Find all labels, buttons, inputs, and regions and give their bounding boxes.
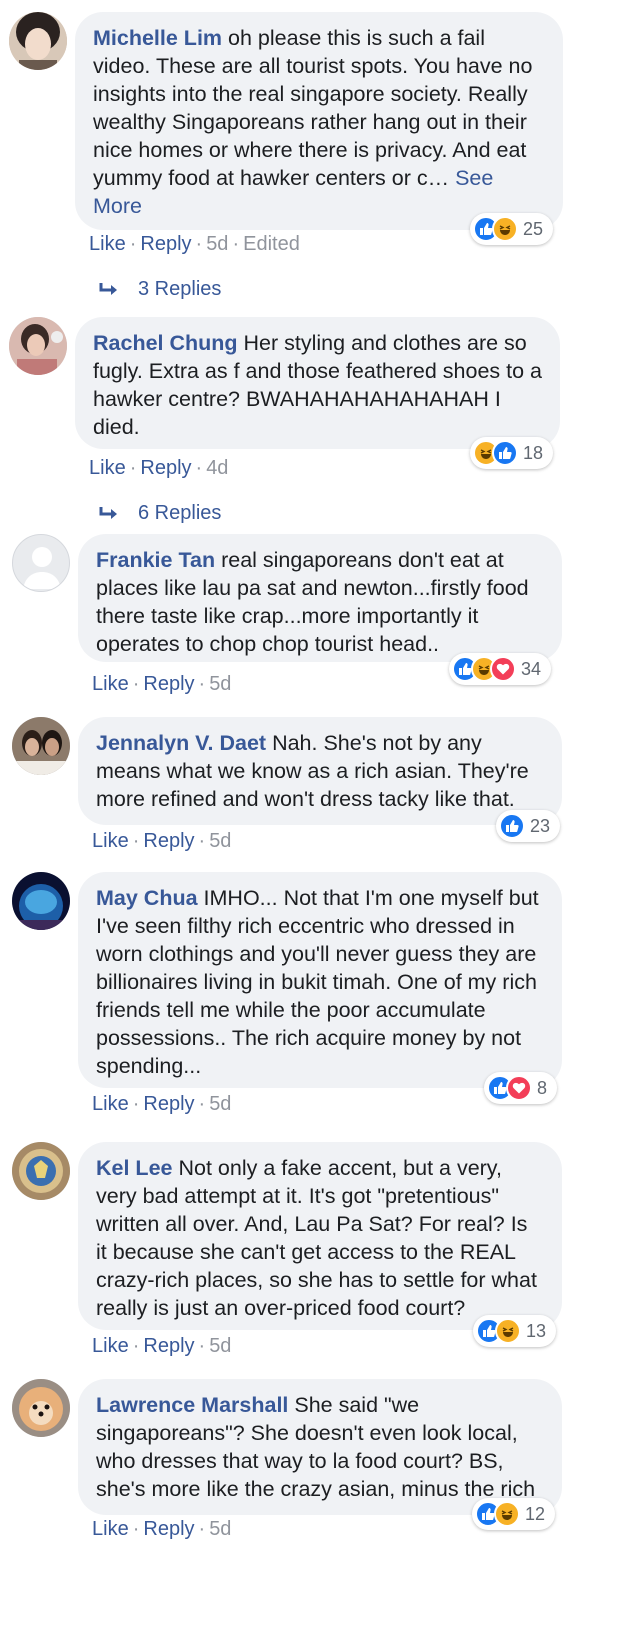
comment-actions: Like · Reply · 5d — [92, 1093, 232, 1115]
comment-text: IMHO... Not that I'm one myself but I've… — [96, 886, 539, 1078]
avatar[interactable] — [12, 1142, 70, 1200]
comment-timestamp[interactable]: 5d — [209, 830, 231, 852]
comment-bubble: Michelle Lim oh please this is such a fa… — [75, 12, 563, 230]
comment-actions: Like · Reply · 5d — [92, 673, 232, 695]
haha-reaction-icon — [492, 216, 518, 242]
edited-label[interactable]: Edited — [243, 233, 300, 255]
avatar[interactable] — [12, 534, 70, 592]
like-link[interactable]: Like — [92, 830, 129, 852]
comment-author[interactable]: Frankie Tan — [96, 548, 215, 572]
reaction-summary[interactable]: 34 — [449, 653, 552, 685]
comment-timestamp[interactable]: 5d — [206, 233, 228, 255]
reply-arrow-icon — [99, 282, 117, 295]
reaction-summary[interactable]: 18 — [470, 437, 554, 469]
reaction-count: 12 — [525, 1503, 546, 1524]
reply-link[interactable]: Reply — [143, 1518, 194, 1540]
reaction-count: 13 — [526, 1320, 547, 1341]
like-link[interactable]: Like — [89, 233, 126, 255]
like-link[interactable]: Like — [92, 1093, 129, 1115]
reaction-count: 23 — [530, 815, 551, 836]
view-replies-link[interactable]: 6 Replies — [98, 502, 221, 525]
comment-bubble: Rachel Chung Her styling and clothes are… — [75, 317, 560, 449]
comment-author[interactable]: Kel Lee — [96, 1156, 172, 1180]
view-replies-link[interactable]: 3 Replies — [98, 278, 221, 301]
replies-count-label[interactable]: 6 Replies — [138, 502, 221, 525]
reply-link[interactable]: Reply — [143, 830, 194, 852]
like-link[interactable]: Like — [92, 1335, 129, 1357]
reaction-summary[interactable]: 12 — [472, 1498, 556, 1530]
comment-author[interactable]: Michelle Lim — [93, 26, 222, 50]
comment-bubble: Frankie Tan real singaporeans don't eat … — [78, 534, 562, 662]
avatar[interactable] — [9, 317, 67, 375]
comment-text: Not only a fake accent, but a very, very… — [96, 1156, 537, 1320]
reaction-summary[interactable]: 13 — [473, 1315, 557, 1347]
avatar[interactable] — [12, 872, 70, 930]
comment-timestamp[interactable]: 4d — [206, 457, 228, 479]
avatar[interactable] — [12, 1379, 70, 1437]
like-link[interactable]: Like — [89, 457, 126, 479]
like-reaction-icon — [492, 440, 518, 466]
comment-actions: Like · Reply · 5d — [92, 1335, 232, 1357]
reply-link[interactable]: Reply — [143, 1093, 194, 1115]
reply-link[interactable]: Reply — [140, 233, 191, 255]
reaction-count: 8 — [537, 1077, 548, 1098]
reply-link[interactable]: Reply — [143, 673, 194, 695]
comment-timestamp[interactable]: 5d — [209, 1093, 231, 1115]
comment-bubble: Jennalyn V. Daet Nah. She's not by any m… — [78, 717, 562, 825]
comment-bubble: May Chua IMHO... Not that I'm one myself… — [78, 872, 562, 1088]
like-link[interactable]: Like — [92, 673, 129, 695]
reply-link[interactable]: Reply — [143, 1335, 194, 1357]
love-reaction-icon — [490, 656, 516, 682]
comment-actions: Like · Reply · 5d — [92, 830, 232, 852]
avatar[interactable] — [12, 717, 70, 775]
like-link[interactable]: Like — [92, 1518, 129, 1540]
comment-timestamp[interactable]: 5d — [209, 1518, 231, 1540]
comment-author[interactable]: Lawrence Marshall — [96, 1393, 288, 1417]
comment-author[interactable]: Jennalyn V. Daet — [96, 731, 266, 755]
comment-timestamp[interactable]: 5d — [209, 1335, 231, 1357]
reaction-count: 18 — [523, 442, 544, 463]
comment-bubble: Lawrence Marshall She said "we singapore… — [78, 1379, 562, 1515]
reaction-count: 34 — [521, 658, 542, 679]
reply-arrow-icon — [99, 506, 117, 519]
comment-author[interactable]: May Chua — [96, 886, 198, 910]
comment-actions: Like · Reply · 5d · Edited — [89, 233, 300, 255]
replies-count-label[interactable]: 3 Replies — [138, 278, 221, 301]
reaction-count: 25 — [523, 218, 544, 239]
comment-author[interactable]: Rachel Chung — [93, 331, 238, 355]
reply-link[interactable]: Reply — [140, 457, 191, 479]
comment-bubble: Kel Lee Not only a fake accent, but a ve… — [78, 1142, 562, 1330]
reaction-summary[interactable]: 25 — [470, 213, 554, 245]
comment-timestamp[interactable]: 5d — [209, 673, 231, 695]
haha-reaction-icon — [495, 1318, 521, 1344]
like-reaction-icon — [499, 813, 525, 839]
haha-reaction-icon — [494, 1501, 520, 1527]
avatar[interactable] — [9, 12, 67, 70]
reaction-summary[interactable]: 8 — [484, 1072, 558, 1104]
love-reaction-icon — [506, 1075, 532, 1101]
comment-actions: Like · Reply · 4d — [89, 457, 229, 479]
comment-actions: Like · Reply · 5d — [92, 1518, 232, 1540]
reaction-summary[interactable]: 23 — [496, 810, 561, 842]
